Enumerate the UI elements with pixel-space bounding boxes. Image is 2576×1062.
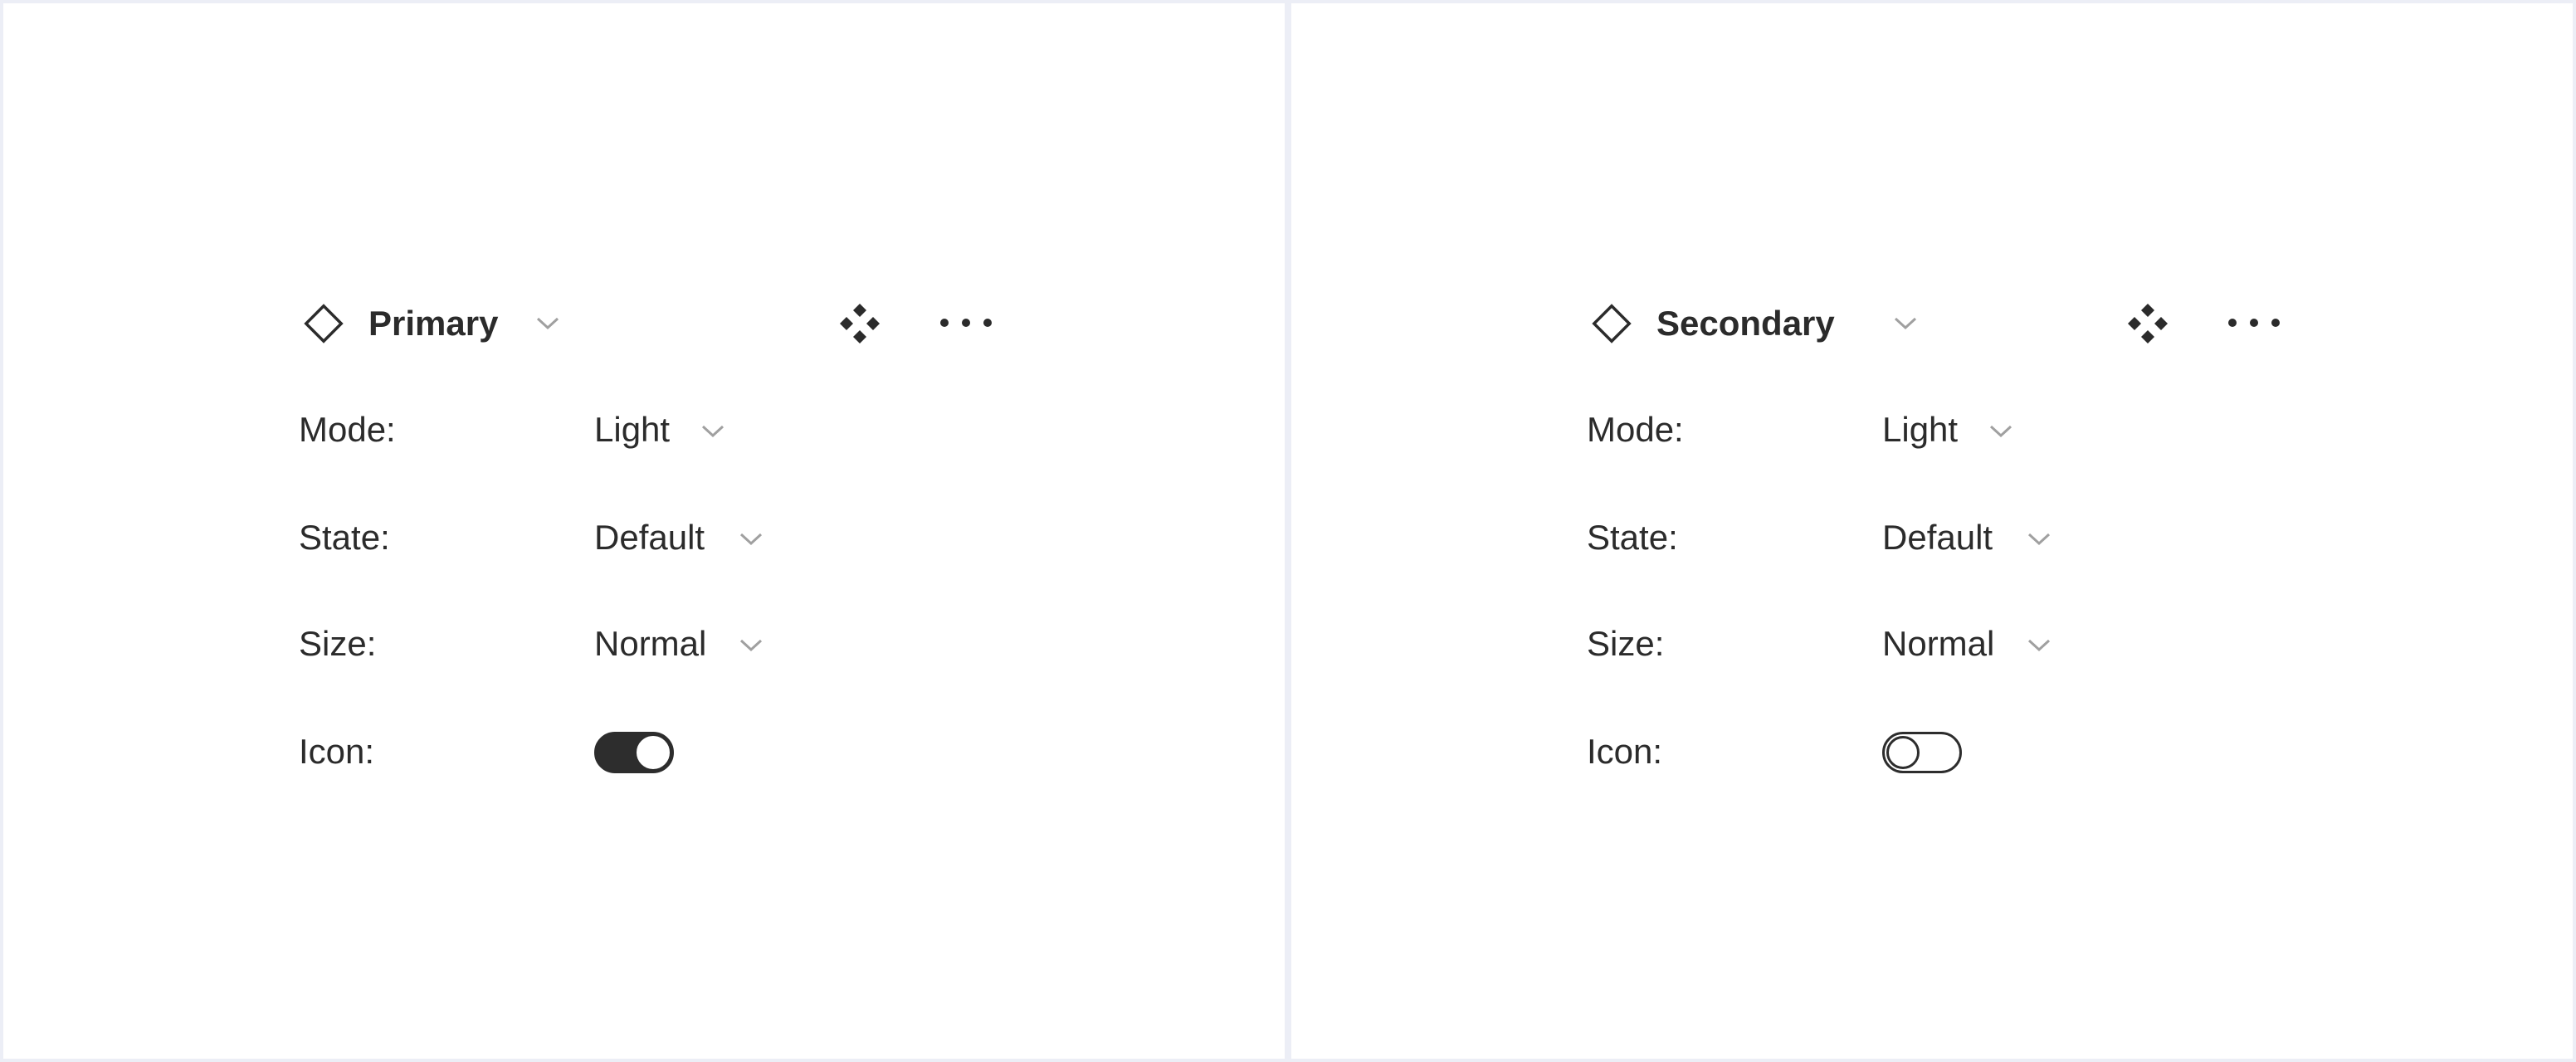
size-label: Size: <box>1587 624 1665 663</box>
chevron-down-icon[interactable] <box>699 422 727 441</box>
size-select[interactable]: Normal <box>1882 619 1994 669</box>
mode-select[interactable]: Light <box>1882 405 1958 455</box>
icon-label: Icon: <box>299 732 375 771</box>
chevron-down-icon[interactable] <box>2025 530 2053 548</box>
four-diamonds-icon[interactable] <box>837 300 883 347</box>
mode-select[interactable]: Light <box>594 405 670 455</box>
component-diamond-icon <box>1592 304 1632 343</box>
component-name[interactable]: Secondary <box>1656 297 1835 350</box>
mode-label: Mode: <box>299 410 396 449</box>
more-horizontal-icon[interactable] <box>936 310 996 335</box>
state-label: State: <box>299 518 390 557</box>
chevron-down-icon[interactable] <box>1891 314 1920 334</box>
more-horizontal-icon[interactable] <box>2224 310 2284 335</box>
state-label: State: <box>1587 518 1678 557</box>
icon-label: Icon: <box>1587 732 1663 771</box>
chevron-down-icon[interactable] <box>2025 636 2053 655</box>
size-label: Size: <box>299 624 377 663</box>
icon-toggle[interactable] <box>1882 732 1962 773</box>
chevron-down-icon[interactable] <box>1987 422 2015 441</box>
chevron-down-icon[interactable] <box>533 314 563 334</box>
component-name[interactable]: Primary <box>368 297 498 350</box>
size-select[interactable]: Normal <box>594 619 706 669</box>
mode-label: Mode: <box>1587 410 1684 449</box>
four-diamonds-icon[interactable] <box>2125 300 2171 347</box>
component-panel-secondary: Secondary Mode: Light State: Default Siz… <box>1291 3 2573 1059</box>
icon-toggle[interactable] <box>594 732 674 773</box>
chevron-down-icon[interactable] <box>737 530 765 548</box>
component-panel-primary: Primary Mode: Light State: Default Size:… <box>3 3 1285 1059</box>
state-select[interactable]: Default <box>1882 513 1993 563</box>
toggle-knob <box>637 736 670 769</box>
toggle-knob <box>1886 736 1920 769</box>
chevron-down-icon[interactable] <box>737 636 765 655</box>
component-diamond-icon <box>304 304 344 343</box>
state-select[interactable]: Default <box>594 513 705 563</box>
